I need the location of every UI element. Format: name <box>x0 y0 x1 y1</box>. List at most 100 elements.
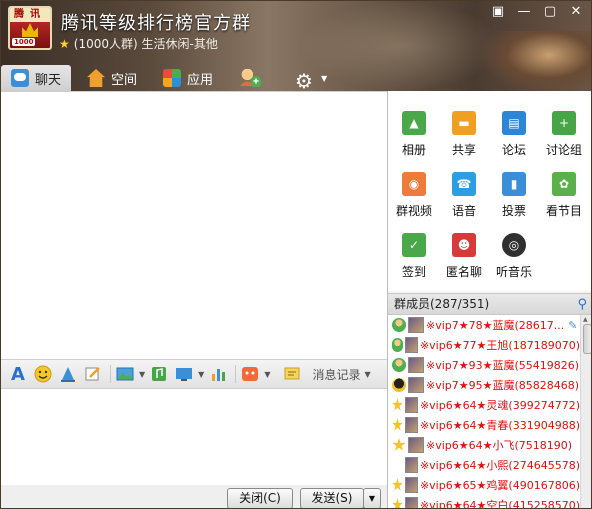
vote-chart-icon: ▮ <box>502 172 526 196</box>
tab-apps[interactable]: 应用 <box>153 65 223 91</box>
edit-card-icon[interactable]: ✎ <box>568 319 577 332</box>
app-voice[interactable]: ☎ 语音 <box>440 172 488 219</box>
shake-button[interactable] <box>57 363 79 385</box>
settings-dropdown-arrow: ▼ <box>320 73 328 83</box>
font-button[interactable]: A <box>7 363 29 385</box>
star-icon <box>392 398 403 411</box>
app-label: 听音乐 <box>495 265 532 279</box>
maximize-button[interactable]: ▢ <box>537 3 563 21</box>
search-icon[interactable]: ⚲ <box>577 295 587 315</box>
close-window-button[interactable]: ✕ <box>563 3 589 21</box>
member-name: ※vip7★93★蓝魔(55419826) <box>426 359 580 372</box>
send-button[interactable]: 发送(S) <box>300 488 364 508</box>
member-row[interactable]: ※vip6★77★王旭(187189070) <box>388 335 580 355</box>
input-toolbar: A ▼ ▼ ▼ 消息记录 ▼ <box>1 359 387 389</box>
emoji-button[interactable] <box>32 363 54 385</box>
member-name: ※vip6★64★灵魂(399274772) <box>419 399 580 412</box>
music-note-icon <box>152 367 167 381</box>
member-name: ※vip7★95★蓝魔(85828468) <box>426 379 580 392</box>
app-discussion[interactable]: + 讨论组 <box>540 111 588 158</box>
member-avatar <box>408 317 424 333</box>
star-icon <box>392 498 403 508</box>
app-checkin[interactable]: ✓ 签到 <box>390 233 438 280</box>
image-dropdown-arrow[interactable]: ▼ <box>139 370 145 379</box>
member-avatar <box>404 397 418 413</box>
window-controls: ▣ — ▢ ✕ <box>485 3 589 21</box>
member-name: ※vip6★77★王旭(187189070) <box>419 339 580 352</box>
forum-icon: ▤ <box>502 111 526 135</box>
member-avatar <box>404 457 418 473</box>
chat-icon <box>11 69 29 87</box>
tab-space[interactable]: 空间 <box>77 65 147 91</box>
checkin-icon: ✓ <box>402 233 426 257</box>
member-row[interactable]: ※vip7★93★蓝魔(55419826) <box>388 355 580 375</box>
message-display-area[interactable] <box>1 91 387 359</box>
bottom-bar: 关闭(C) 发送(S) ▼ <box>1 485 387 508</box>
screenshot-dropdown-arrow[interactable]: ▼ <box>198 370 204 379</box>
member-avatar <box>408 377 424 393</box>
member-row[interactable]: ※vip7★78★蓝魔(28617... ✎ <box>388 315 580 335</box>
tab-chat[interactable]: 聊天 <box>1 65 72 91</box>
send-options-button[interactable]: ▼ <box>363 488 381 508</box>
scribble-button[interactable] <box>82 363 104 385</box>
skin-button[interactable]: ▣ <box>485 3 511 21</box>
member-row[interactable]: ※vip7★95★蓝魔(85828468) <box>388 375 580 395</box>
group-title: 腾讯等级排行榜官方群 <box>61 13 251 34</box>
member-name: ※vip6★64★小飞(7518190) <box>426 439 573 452</box>
app-label: 签到 <box>401 265 426 279</box>
members-scrollbar[interactable]: ▲ <box>580 315 591 508</box>
members-count-label: 群成员(287/351) <box>394 297 490 311</box>
minimize-button[interactable]: — <box>511 3 537 21</box>
scroll-up-arrow[interactable]: ▲ <box>583 316 588 323</box>
member-row[interactable]: ※vip6★64★空白(415258570) <box>388 495 580 508</box>
app-anonymous[interactable]: ☻ 匿名聊 <box>440 233 488 280</box>
group-avatar[interactable]: 腾讯 1000 <box>8 6 52 50</box>
app-music[interactable]: ◎ 听音乐 <box>490 233 538 280</box>
members-list[interactable]: ※vip7★78★蓝魔(28617... ✎ ※vip6★77★王旭(1871890… <box>388 315 580 508</box>
music-disc-icon: ◎ <box>502 233 526 257</box>
admin-icon <box>392 318 406 332</box>
app-forum[interactable]: ▤ 论坛 <box>490 111 538 158</box>
magic-dropdown-arrow[interactable]: ▼ <box>264 370 270 379</box>
app-video[interactable]: ◉ 群视频 <box>390 172 438 219</box>
app-label: 看节目 <box>545 204 582 218</box>
member-role-spacer <box>392 458 403 472</box>
film-reel-icon: ✿ <box>552 172 576 196</box>
app-program[interactable]: ✿ 看节目 <box>540 172 588 219</box>
settings-button[interactable]: ⚙ ▼ <box>285 65 337 93</box>
window-header: 腾讯 1000 腾讯等级排行榜官方群 ★ (1000人群) 生活休闲-其他 ▣ —… <box>1 1 591 93</box>
app-vote[interactable]: ▮ 投票 <box>490 172 538 219</box>
scroll-thumb[interactable] <box>583 324 591 354</box>
app-label: 匿名聊 <box>445 265 482 279</box>
member-avatar <box>408 357 424 373</box>
add-member-button[interactable] <box>229 65 279 91</box>
tab-apps-label: 应用 <box>187 72 214 88</box>
avatar-top-text: 腾讯 <box>10 8 50 22</box>
bell-icon <box>61 367 75 382</box>
member-row[interactable]: ※vip6★64★小熙(274645578) <box>388 455 580 475</box>
magic-emoji-button[interactable] <box>239 363 261 385</box>
group-subtitle-text: (1000人群) 生活休闲-其他 <box>73 37 218 51</box>
image-icon <box>116 367 134 381</box>
music-button[interactable] <box>148 363 170 385</box>
member-row[interactable]: ※vip6★64★灵魂(399274772) <box>388 395 580 415</box>
toolbar-divider <box>235 365 237 383</box>
chart-button[interactable] <box>207 363 229 385</box>
member-name: ※vip6★64★小熙(274645578) <box>419 459 580 472</box>
app-share[interactable]: ▬ 共享 <box>440 111 488 158</box>
app-album[interactable]: ▲ 相册 <box>390 111 438 158</box>
discussion-plus-icon: + <box>552 111 576 135</box>
send-image-button[interactable] <box>114 363 136 385</box>
message-history-button[interactable]: 消息记录 ▼ <box>312 366 370 383</box>
penguin-icon <box>392 378 406 392</box>
member-row[interactable]: ※vip6★64★青春(331904988) <box>388 415 580 435</box>
close-button[interactable]: 关闭(C) <box>227 488 293 508</box>
member-row[interactable]: ※vip6★64★小飞(7518190) <box>388 435 580 455</box>
member-name: ※vip6★65★鸡翼(490167806) <box>419 479 580 492</box>
member-row[interactable]: ※vip6★65★鸡翼(490167806) <box>388 475 580 495</box>
screenshot-button[interactable] <box>173 363 195 385</box>
members-header: 群成员(287/351) ⚲ <box>388 293 591 315</box>
history-icon-button[interactable] <box>281 363 303 385</box>
apps-icon <box>163 69 182 87</box>
message-input[interactable] <box>1 389 387 485</box>
